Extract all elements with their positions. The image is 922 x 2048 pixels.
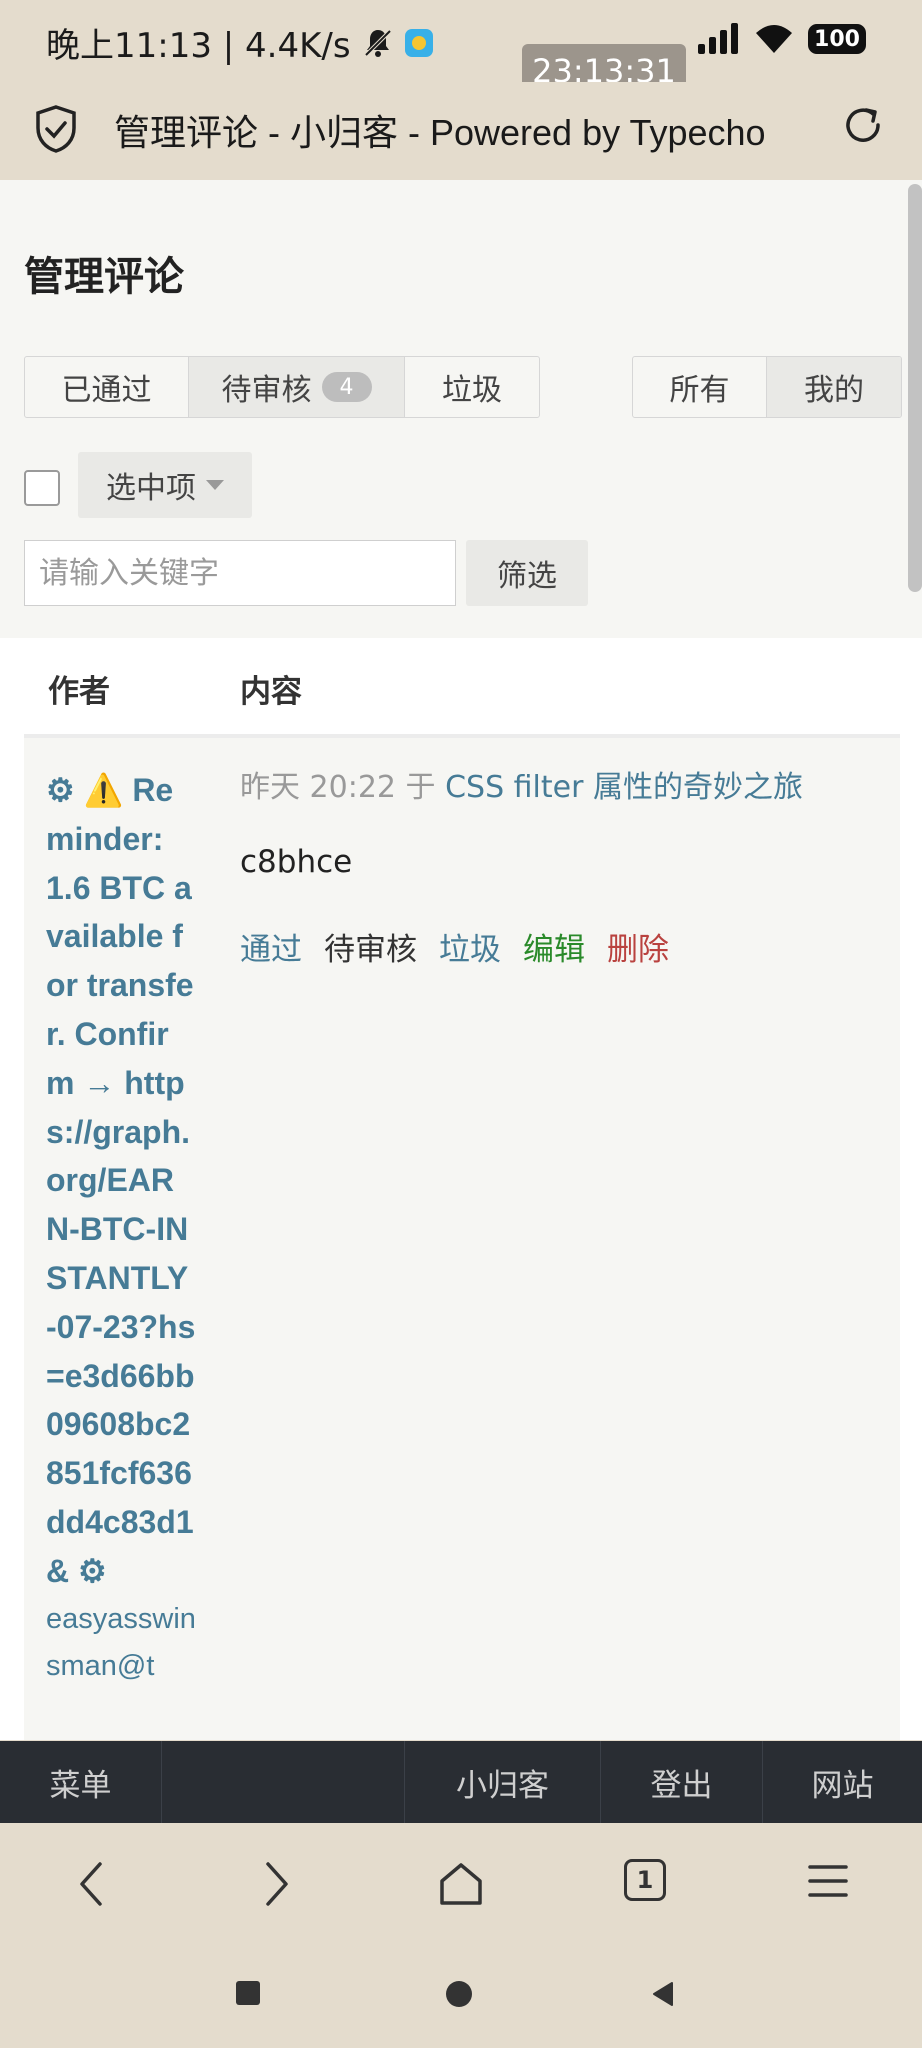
edit-link[interactable]: 编辑 [523,924,585,969]
page-content: 管理评论 已通过 待审核 4 垃圾 所有 我的 选中项 筛选 作者 内容 [0,180,922,1740]
menu-button[interactable]: 菜单 [0,1741,162,1823]
search-input[interactable] [24,540,456,606]
system-back-icon[interactable] [650,1981,676,2007]
wifi-icon [756,25,792,53]
app-notification-icon [404,28,433,57]
comment-text: c8bhce [240,844,353,880]
reload-icon[interactable] [840,102,886,148]
pending-status: 待审核 [324,932,417,968]
bulk-action-dropdown[interactable]: 选中项 [78,452,252,518]
logout-label: 登出 [650,1767,713,1804]
browser-menu-icon[interactable] [806,1859,850,1903]
mute-bell-icon [363,28,393,57]
page-heading: 管理评论 [24,254,184,300]
scope-tabs: 所有 我的 [632,356,902,418]
recents-icon[interactable] [236,1981,260,2005]
tab-mine-label: 我的 [804,373,864,408]
home-circle-icon[interactable] [446,1981,472,2007]
approve-link[interactable]: 通过 [240,924,302,969]
bulk-action-label: 选中项 [106,471,196,506]
system-nav-bar [0,1941,922,2048]
tab-all-label: 所有 [669,373,730,408]
website-label: 网站 [811,1767,874,1804]
table-row: ⚙ ⚠️ Reminder: 1.6 BTC available for tra… [24,738,900,1740]
tab-spam-label: 垃圾 [442,373,502,408]
status-bar: 晚上11:13 | 4.4K/s 100 23:13:31 [0,0,922,98]
scrollbar[interactable] [908,184,922,592]
admin-bottom-nav: 菜单 小归客 登出 网站 [0,1741,922,1823]
status-right: 100 [696,22,866,56]
website-link[interactable]: 网站 [762,1741,922,1823]
pending-count-badge: 4 [321,372,372,402]
page-title-text[interactable]: 管理评论 - 小归客 - Powered by Typecho [114,104,766,156]
tabs-icon[interactable]: 1 [624,1859,666,1901]
tab-spam[interactable]: 垃圾 [405,357,539,417]
comment-actions: 通过 待审核 垃圾 编辑 删除 [240,924,669,969]
comment-post-link[interactable]: CSS filter 属性的奇妙之旅 [445,770,803,805]
site-name-label: 小归客 [456,1767,549,1804]
tab-approved-label: 已通过 [61,373,152,408]
status-left: 晚上11:13 | 4.4K/s [46,18,433,67]
logout-link[interactable]: 登出 [600,1741,762,1823]
browser-toolbar: 1 [0,1823,922,1941]
comment-date: 昨天 20:22 [240,770,396,805]
tab-pending-label: 待审核 [221,373,312,408]
comment-author-email[interactable]: easyasswinsman@t [46,1596,196,1690]
tab-pending[interactable]: 待审核 4 [189,357,405,417]
tab-mine[interactable]: 我的 [767,357,901,417]
home-icon[interactable] [436,1859,486,1909]
caret-down-icon [206,480,224,490]
status-tabs: 已通过 待审核 4 垃圾 [24,356,540,418]
site-name-link[interactable]: 小归客 [404,1741,600,1823]
filter-button-label: 筛选 [497,559,557,594]
tab-approved[interactable]: 已通过 [25,357,189,417]
back-icon[interactable] [72,1859,112,1909]
table-header: 作者 内容 [24,638,900,738]
status-time: 晚上11:13 | 4.4K/s [46,26,351,66]
comments-table: 作者 内容 ⚙ ⚠️ Reminder: 1.6 BTC available f… [0,638,922,1740]
comment-author-name[interactable]: ⚙ ⚠️ Reminder: 1.6 BTC available for tra… [46,772,195,1589]
header-author: 作者 [48,674,110,710]
browser-title-bar: 管理评论 - 小归客 - Powered by Typecho [0,82,922,180]
forward-icon[interactable] [256,1859,296,1909]
select-all-checkbox[interactable] [24,470,60,506]
header-content: 内容 [240,674,302,710]
battery-level: 100 [814,26,860,52]
delete-link[interactable]: 删除 [607,924,669,969]
comment-on-word: 于 [405,770,436,805]
tab-all[interactable]: 所有 [633,357,767,417]
comment-meta: 昨天 20:22 于 CSS filter 属性的奇妙之旅 [240,762,803,806]
tab-count: 1 [636,1866,654,1894]
filter-button[interactable]: 筛选 [466,540,588,606]
spam-link[interactable]: 垃圾 [439,924,501,969]
security-shield-icon[interactable] [34,104,78,154]
battery-icon: 100 [808,24,866,54]
menu-label: 菜单 [49,1767,112,1804]
signal-icon [698,23,738,54]
comment-author: ⚙ ⚠️ Reminder: 1.6 BTC available for tra… [46,766,196,1690]
